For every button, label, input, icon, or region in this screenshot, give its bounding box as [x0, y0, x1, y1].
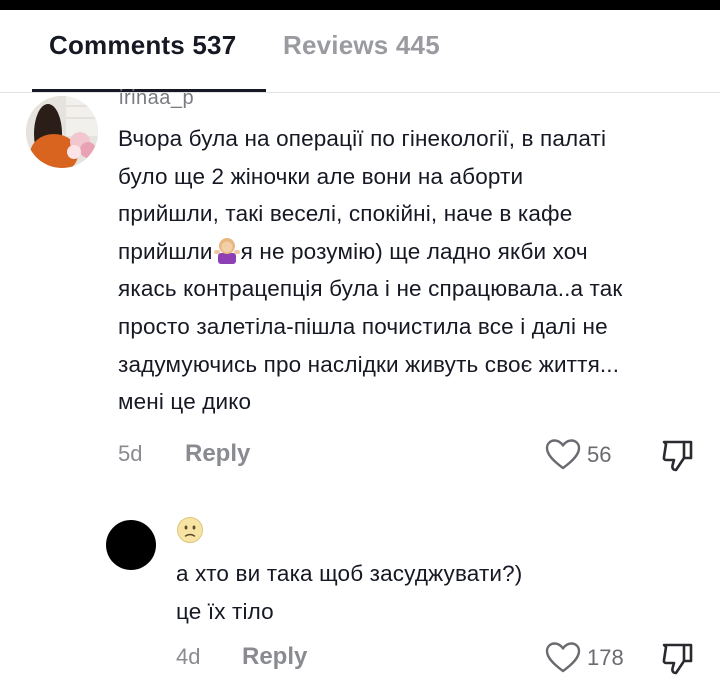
slightly-frowning-face-emoji-icon: [177, 517, 203, 543]
comment-line: просто залетіла-пішла почистила все і да…: [118, 313, 608, 339]
dislike-icon[interactable]: [660, 641, 696, 677]
comment-line: було ще 2 жіночки але вони на аборти: [118, 163, 524, 189]
comment-line-part: я не розумію) ще ладно якби хоч: [240, 238, 588, 264]
comment-timestamp: 4d: [176, 644, 201, 669]
comment-line-part: прийшли: [118, 238, 213, 264]
reply-button[interactable]: Reply: [242, 643, 307, 671]
heart-icon: [545, 439, 581, 470]
avatar[interactable]: [106, 520, 156, 570]
comment-body: Вчора була на операції по гінекології, в…: [118, 120, 713, 421]
dislike-icon[interactable]: [660, 438, 696, 474]
comment-body: а хто ви така щоб засуджувати?) це їх ті…: [176, 555, 696, 630]
comment-line: Вчора була на операції по гінекології, в…: [118, 126, 607, 151]
comment-line: прийшли я не розумію) ще ладно якби хоч: [118, 233, 713, 271]
tab-reviews[interactable]: Reviews 445: [283, 30, 440, 61]
reply-button[interactable]: Reply: [185, 440, 250, 468]
comment-line: прийшли, такі веселі, спокійні, наче в к…: [118, 201, 573, 227]
comment-line: це їх тіло: [176, 598, 274, 624]
comment-username[interactable]: irinaa_p: [119, 87, 194, 110]
comment-line: задумуючись про наслідки живуть своє жит…: [118, 351, 620, 377]
comment-line: якась контрацепція була і не спрацювала.…: [118, 276, 623, 302]
comment-line: а хто ви така щоб засуджувати?): [176, 561, 523, 586]
tab-comments[interactable]: Comments 537: [49, 30, 236, 61]
woman-shrugging-emoji-icon: [213, 237, 240, 264]
comment-line: мені це дико: [118, 389, 252, 415]
comment-timestamp: 5d: [118, 441, 143, 466]
like-count: 178: [587, 645, 624, 670]
status-bar: [0, 0, 720, 10]
like-button[interactable]: 56: [545, 439, 611, 471]
comment-tabs: Comments 537 Reviews 445: [0, 10, 720, 93]
avatar[interactable]: [26, 96, 98, 168]
heart-icon: [545, 642, 581, 673]
like-button[interactable]: 178: [545, 642, 624, 674]
like-count: 56: [587, 442, 612, 467]
